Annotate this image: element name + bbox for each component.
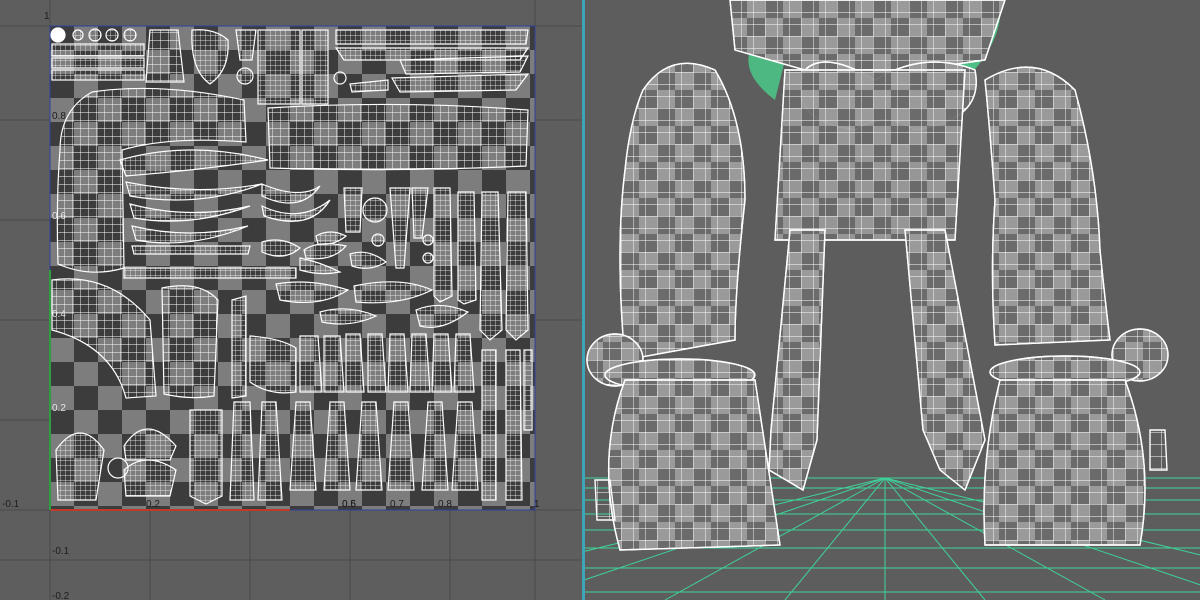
uv-canvas[interactable] xyxy=(0,0,582,600)
uv-tick-label: 1 xyxy=(534,499,540,510)
uv-tick-label: 0.6 xyxy=(342,499,356,510)
uv-tick-label: 0.8 xyxy=(52,111,66,122)
uv-tick-label: 0.2 xyxy=(146,499,160,510)
uv-tick-label: 1 xyxy=(44,11,50,22)
uv-tick-label: -0.1 xyxy=(2,499,20,510)
uv-tick-label: 0.2 xyxy=(52,403,66,414)
viewport-canvas[interactable] xyxy=(585,0,1200,600)
uv-tick-label: 0.7 xyxy=(390,499,404,510)
uv-tick-label: 0.4 xyxy=(52,309,66,320)
uv-tick-label: -0.1 xyxy=(52,546,70,557)
uv-tick-label: -0.2 xyxy=(52,591,70,600)
uv-tick-label: 0.8 xyxy=(438,499,452,510)
uv-tick-label: 0.6 xyxy=(52,211,66,222)
character-model[interactable] xyxy=(586,0,1169,551)
viewport-3d-panel[interactable] xyxy=(585,0,1200,600)
uv-editor-panel[interactable]: 1 0.8 0.6 0.4 0.2 0.2 0.5 0.6 0.7 0.8 1 … xyxy=(0,0,582,600)
